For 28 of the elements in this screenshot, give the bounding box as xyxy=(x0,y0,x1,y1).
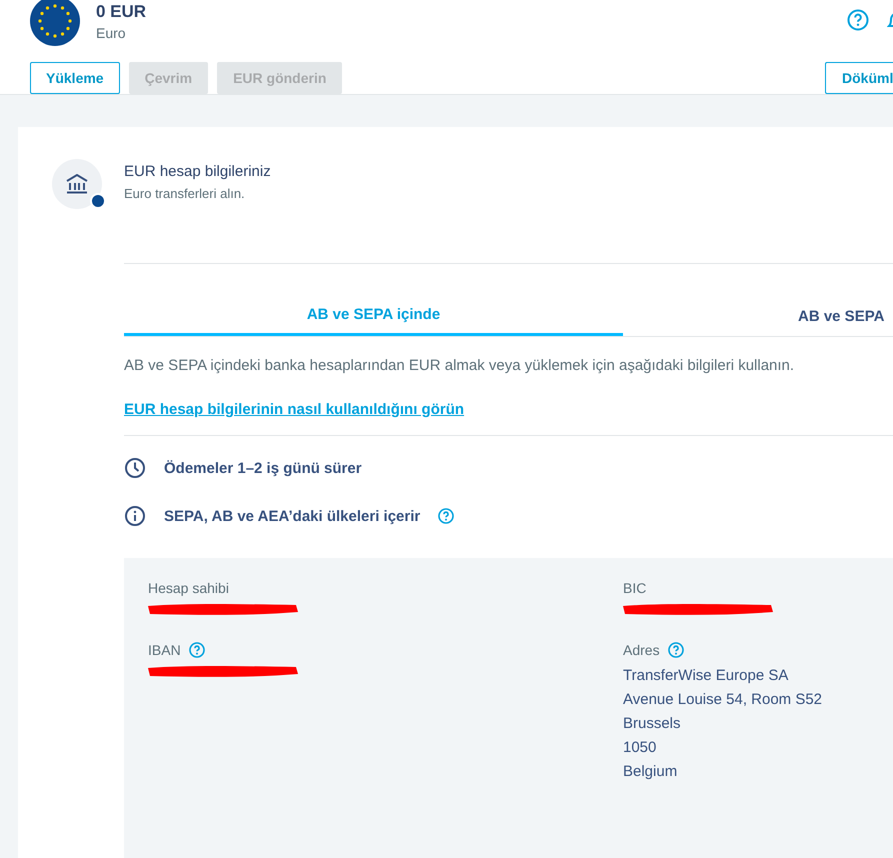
description-text: AB ve SEPA içindeki banka hesaplarından EUR almak veya yüklemek için aşağıdaki bilgileri kullanın. xyxy=(124,357,796,374)
address-line: 1050 xyxy=(623,738,658,758)
currency-name: Euro xyxy=(96,25,127,41)
region-tab[interactable]: AB ve SEPA xyxy=(623,304,893,336)
fact-text: Ödemeler 1–2 iş günü sürer xyxy=(164,460,362,476)
region-tab[interactable]: AB ve SEPA içinde xyxy=(124,304,623,336)
card-title: EUR hesap bilgileriniz xyxy=(124,163,271,180)
action-button[interactable]: Yükleme xyxy=(30,62,120,94)
detail-label: Adres xyxy=(623,642,660,658)
help-link[interactable]: EUR hesap bilgilerinin nasıl kullanıldığını görün xyxy=(124,401,464,418)
detail-label: Hesap sahibi xyxy=(148,580,229,596)
fact-text: SEPA, AB ve AEA’daki ülkeleri içerir xyxy=(164,508,420,524)
detail-label: BIC xyxy=(623,580,646,596)
address-line: Brussels xyxy=(623,714,682,734)
detail-label: IBAN xyxy=(148,642,181,658)
address-line: Belgium xyxy=(623,762,678,782)
euro-flag-icon xyxy=(30,0,80,46)
help-icon[interactable] xyxy=(847,9,869,31)
card-subtitle: Euro transferleri alın. xyxy=(124,186,246,201)
balance-amount: 0 EUR xyxy=(96,2,146,22)
help-icon[interactable] xyxy=(668,642,684,658)
clock-icon xyxy=(124,457,146,479)
help-icon[interactable] xyxy=(188,642,205,658)
address-line: TransferWise Europe SA xyxy=(623,666,790,686)
statement-button[interactable]: Döküml xyxy=(825,62,893,94)
help-icon[interactable] xyxy=(438,508,454,524)
info-icon xyxy=(124,505,146,527)
address-line: Avenue Louise 54, Room S52 xyxy=(623,690,824,710)
